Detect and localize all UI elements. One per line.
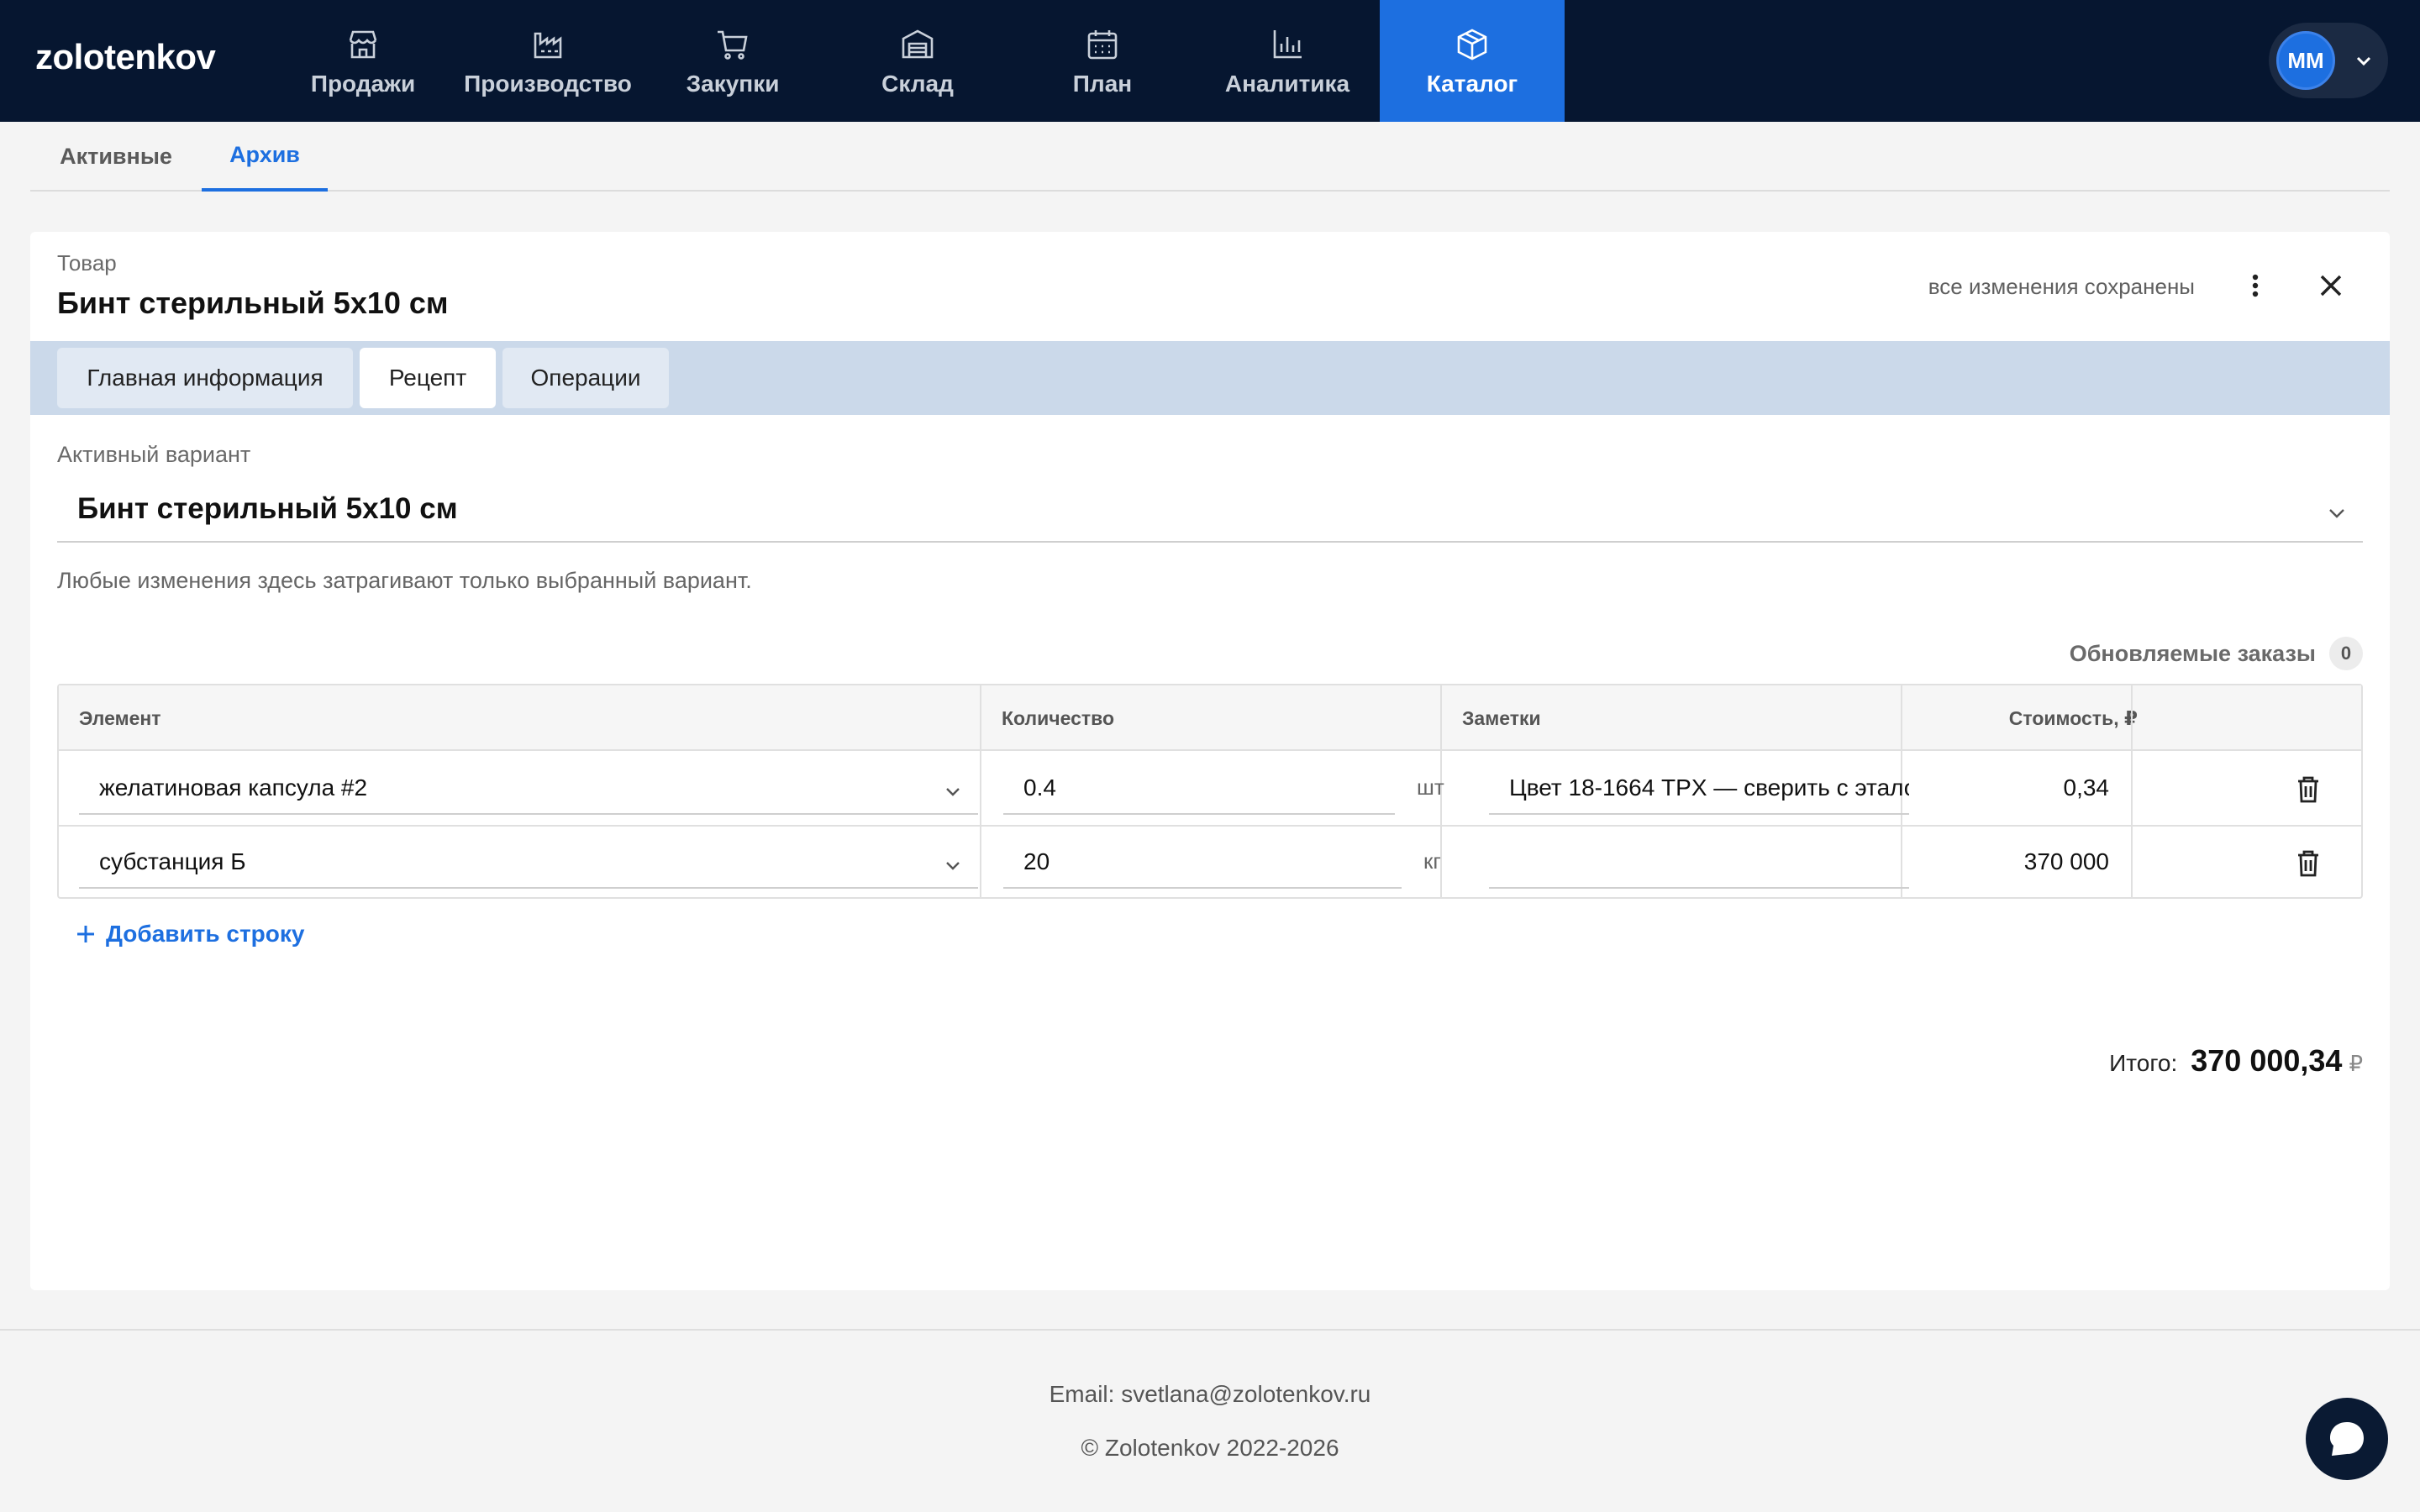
nav-label: Продажи (310, 70, 416, 97)
trash-icon (2298, 850, 2318, 877)
chat-bubble-icon (2330, 1422, 2364, 1456)
tab-recipe[interactable]: Рецепт (360, 348, 496, 408)
notes-value: Цвет 18-1664 TPX — сверить с эталоном (1509, 774, 1909, 801)
top-navigation-bar: zolotenkov Продажи Производство Закупки … (0, 0, 2420, 122)
nav-item-plan[interactable]: План (1010, 0, 1195, 122)
delete-row-button[interactable] (2294, 848, 2323, 879)
footer: Email: svetlana@zolotenkov.ru © Zolotenk… (0, 1329, 2420, 1512)
column-header-notes: Заметки (1462, 706, 1541, 729)
tab-active[interactable]: Активные (30, 122, 202, 192)
column-header-cost: Стоимость, ₽ (2008, 706, 2138, 729)
entity-type-label: Товар (57, 250, 117, 276)
box-icon (1453, 25, 1491, 64)
table-row: субстанция Б 20 кг 370 000 (59, 827, 2361, 900)
bar-chart-icon (1268, 25, 1307, 64)
active-variant-label: Активный вариант (57, 442, 251, 467)
nav-item-sales[interactable]: Продажи (271, 0, 455, 122)
quantity-input[interactable]: 0.4 (1003, 763, 1395, 815)
footer-copyright: © Zolotenkov 2022-2026 (1081, 1435, 1339, 1461)
footer-email[interactable]: Email: svetlana@zolotenkov.ru (0, 1381, 2420, 1408)
quantity-value: 0.4 (1023, 774, 1056, 801)
add-row-label: Добавить строку (106, 921, 305, 947)
active-variant-select[interactable]: Бинт стерильный 5x10 см (57, 484, 2363, 543)
archive-tabs: Активные Архив (30, 122, 2390, 192)
save-status: все изменения сохранены (1928, 274, 2195, 299)
more-options-button[interactable] (2238, 269, 2272, 302)
cost-value: 370 000 (2023, 848, 2109, 874)
recipe-table: Элемент Количество Заметки Стоимость, ₽ … (57, 684, 2363, 899)
element-value: желатиновая капсула #2 (99, 774, 368, 801)
cost-value: 0,34 (2063, 774, 2110, 801)
table-row: желатиновая капсула #2 0.4 шт Цвет 18-16… (59, 753, 2361, 827)
delete-row-button[interactable] (2294, 774, 2323, 805)
currency-symbol: ₽ (2349, 1051, 2363, 1076)
nav-label: Каталог (1426, 70, 1518, 97)
column-header-element: Элемент (79, 706, 161, 729)
plus-icon (77, 926, 94, 942)
column-header-quantity: Количество (1002, 706, 1115, 729)
nav-item-production[interactable]: Производство (455, 0, 640, 122)
calendar-icon (1083, 25, 1122, 64)
trash-icon (2298, 776, 2318, 803)
notes-input[interactable] (1489, 837, 1909, 889)
page-title: Бинт стерильный 5x10 см (57, 286, 449, 320)
table-header: Элемент Количество Заметки Стоимость, ₽ (59, 685, 2361, 751)
quantity-value: 20 (1023, 848, 1050, 874)
nav-item-analytics[interactable]: Аналитика (1195, 0, 1380, 122)
app-logo[interactable]: zolotenkov (35, 37, 216, 77)
unit-label: шт (1417, 774, 1444, 800)
store-icon (344, 25, 382, 64)
element-select[interactable]: желатиновая капсула #2 (79, 763, 978, 815)
updated-orders-label: Обновляемые заказы (2069, 640, 2316, 666)
nav-label: Закупки (686, 70, 780, 97)
variant-value: Бинт стерильный 5x10 см (77, 492, 458, 525)
nav-label: Аналитика (1224, 70, 1350, 97)
close-button[interactable] (2314, 269, 2348, 302)
warehouse-icon (898, 25, 937, 64)
chevron-down-icon (943, 781, 963, 801)
user-menu[interactable]: MM (2269, 23, 2388, 98)
product-card: Товар Бинт стерильный 5x10 см все измене… (30, 232, 2390, 1290)
element-select[interactable]: субстанция Б (79, 837, 978, 889)
chat-button[interactable] (2306, 1398, 2388, 1480)
unit-label: кг (1423, 848, 1441, 874)
total-summary: Итого: 370 000,34 ₽ (2109, 1043, 2363, 1079)
total-label: Итого: (2109, 1050, 2178, 1076)
updated-orders-count-badge: 0 (2329, 637, 2363, 670)
quantity-input[interactable]: 20 (1003, 837, 1402, 889)
chevron-down-icon (2326, 502, 2348, 524)
tab-archive[interactable]: Архив (202, 122, 328, 192)
card-tabs: Главная информация Рецепт Операции (30, 341, 2390, 415)
element-value: субстанция Б (99, 848, 246, 874)
nav-item-warehouse[interactable]: Склад (825, 0, 1010, 122)
tab-main-info[interactable]: Главная информация (57, 348, 353, 408)
avatar: MM (2276, 31, 2335, 90)
updated-orders[interactable]: Обновляемые заказы 0 (2070, 637, 2363, 670)
nav-item-purchases[interactable]: Закупки (640, 0, 825, 122)
nav-label: Производство (464, 70, 632, 97)
total-value: 370 000,34 (2191, 1043, 2343, 1078)
chevron-down-icon (2354, 50, 2374, 71)
notes-input[interactable]: Цвет 18-1664 TPX — сверить с эталоном (1489, 763, 1909, 815)
add-row-button[interactable]: Добавить строку (74, 921, 304, 948)
nav-item-catalog[interactable]: Каталог (1380, 0, 1565, 122)
close-icon (2320, 275, 2342, 297)
variant-hint: Любые изменения здесь затрагивают только… (57, 568, 752, 593)
chevron-down-icon (943, 855, 963, 875)
nav-label: План (1072, 70, 1133, 97)
tab-operations[interactable]: Операции (502, 348, 669, 408)
factory-icon (529, 25, 567, 64)
nav-label: Склад (881, 70, 954, 97)
more-vertical-icon (2252, 274, 2259, 297)
cart-icon (713, 25, 752, 64)
